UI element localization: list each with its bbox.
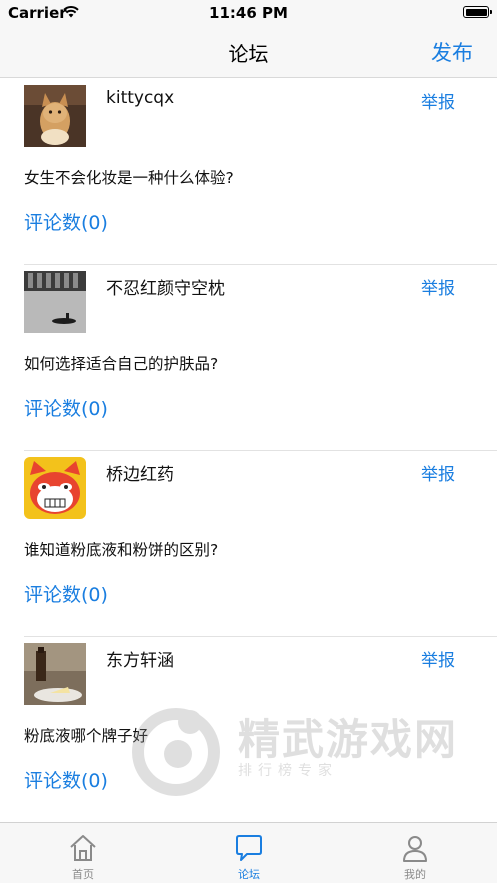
tab-bar: 首页 论坛 我的 [0, 822, 497, 883]
post-list[interactable]: kittycqx 举报 女生不会化妆是一种什么体验? 评论数(0) 不忍红颜守空… [0, 78, 497, 822]
username[interactable]: 桥边红药 [106, 460, 174, 485]
post-item[interactable]: kittycqx 举报 女生不会化妆是一种什么体验? 评论数(0) [0, 78, 497, 264]
publish-button[interactable]: 发布 [431, 37, 473, 67]
post-title[interactable]: 粉底液哪个牌子好 [24, 724, 148, 746]
navigation-bar: 论坛 发布 [0, 26, 497, 78]
avatar[interactable] [24, 643, 86, 705]
tab-forum[interactable]: 论坛 [166, 823, 332, 884]
username[interactable]: kittycqx [106, 88, 174, 108]
post-title[interactable]: 谁知道粉底液和粉饼的区别? [24, 538, 218, 560]
cake-photo-icon [24, 643, 86, 705]
person-icon [403, 836, 427, 862]
post-title[interactable]: 女生不会化妆是一种什么体验? [24, 166, 234, 188]
clock: 11:46 PM [209, 4, 288, 22]
report-button[interactable]: 举报 [421, 274, 455, 299]
post-item[interactable]: 不忍红颜守空枕 举报 如何选择适合自己的护肤品? 评论数(0) [0, 264, 497, 450]
report-button[interactable]: 举报 [421, 88, 455, 113]
cartoon-cat-icon [24, 457, 86, 519]
comment-count-link[interactable]: 评论数(0) [24, 208, 108, 235]
page-title: 论坛 [228, 42, 269, 66]
chat-bubble-icon [236, 835, 262, 861]
report-button[interactable]: 举报 [421, 460, 455, 485]
post-item[interactable]: 桥边红药 举报 谁知道粉底液和粉饼的区别? 评论数(0) [0, 450, 497, 636]
status-bar: Carrier 11:46 PM [0, 0, 497, 26]
avatar[interactable] [24, 85, 86, 147]
post-title[interactable]: 如何选择适合自己的护肤品? [24, 352, 218, 374]
tab-label: 首页 [72, 868, 94, 881]
tab-label: 论坛 [238, 868, 260, 881]
battery-icon [463, 6, 492, 18]
username[interactable]: 不忍红颜守空枕 [106, 274, 225, 299]
cat-photo-icon [24, 85, 86, 147]
comment-count-link[interactable]: 评论数(0) [24, 580, 108, 607]
tab-home[interactable]: 首页 [0, 823, 166, 884]
tab-profile[interactable]: 我的 [332, 823, 497, 884]
street-photo-icon [24, 271, 86, 333]
avatar[interactable] [24, 457, 86, 519]
avatar[interactable] [24, 271, 86, 333]
tab-label: 我的 [404, 868, 426, 881]
post-item[interactable]: 东方轩涵 举报 粉底液哪个牌子好 评论数(0) [0, 636, 497, 822]
comment-count-link[interactable]: 评论数(0) [24, 766, 108, 793]
username[interactable]: 东方轩涵 [106, 646, 174, 671]
report-button[interactable]: 举报 [421, 646, 455, 671]
comment-count-link[interactable]: 评论数(0) [24, 394, 108, 421]
home-icon [70, 835, 96, 861]
